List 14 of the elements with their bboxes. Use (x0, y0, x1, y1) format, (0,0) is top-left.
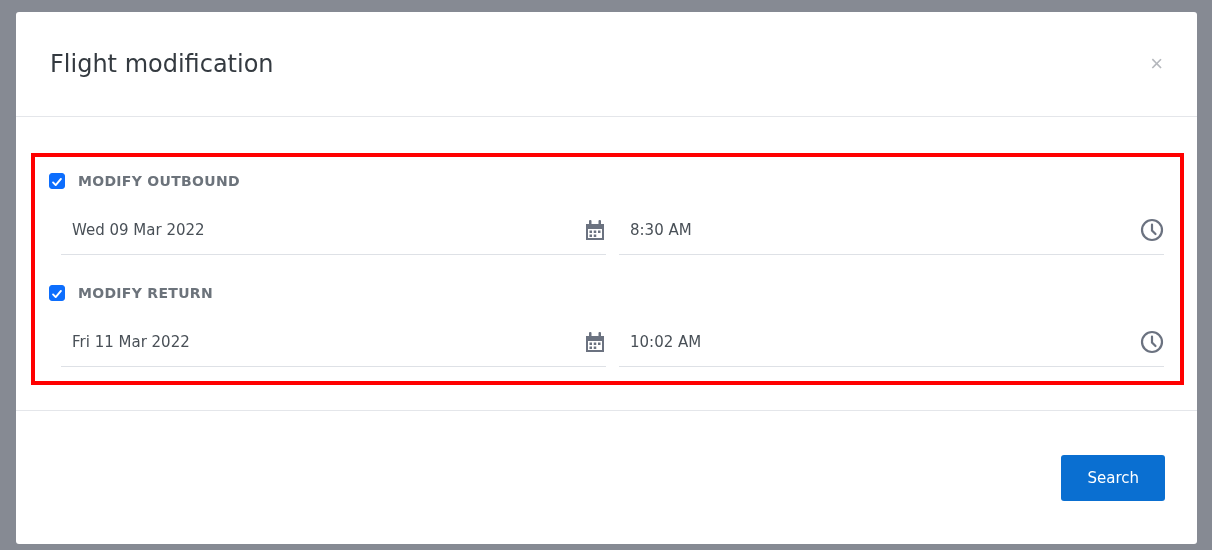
checkbox[interactable] (49, 285, 65, 301)
checkbox-label: MODIFY RETURN (78, 285, 213, 301)
calendar-icon (584, 330, 606, 353)
date-field[interactable]: Wed 09 Mar 2022 (61, 205, 606, 255)
dialog-title: Flight modification (50, 50, 274, 78)
time-field[interactable]: 8:30 AM (619, 205, 1164, 255)
search-button[interactable]: Search (1061, 454, 1165, 501)
calendar-icon (584, 218, 606, 241)
date-field[interactable]: Fri 11 Mar 2022 (61, 317, 606, 367)
checkbox-label: MODIFY OUTBOUND (78, 173, 240, 189)
clock-icon (1140, 329, 1164, 354)
time-field[interactable]: 10:02 AM (619, 317, 1164, 367)
clock-icon (1140, 217, 1164, 242)
checkbox[interactable] (49, 173, 65, 189)
